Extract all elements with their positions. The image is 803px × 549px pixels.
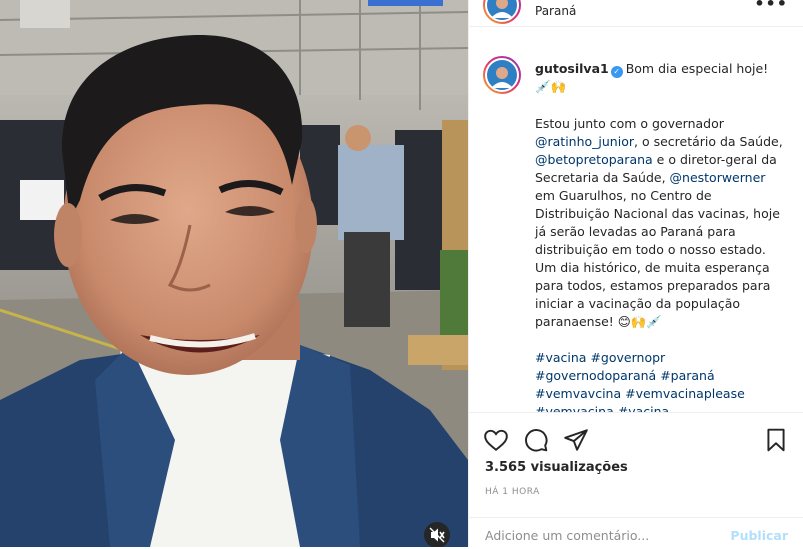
post-timestamp[interactable]: HÁ 1 HORA <box>485 487 540 497</box>
caption-body-text: em Guarulhos, no Centro de Distribuição … <box>535 188 780 329</box>
post-footer: 3.565 visualizações HÁ 1 HORA Publicar <box>469 412 803 548</box>
verified-badge-icon: ✓ <box>610 66 623 78</box>
hashtag-list: #vacina #governopr #governodoparaná #par… <box>535 349 785 412</box>
username-link[interactable]: gutosilva1 <box>535 61 609 76</box>
hashtag-link[interactable]: #vemvavcina <box>535 386 621 401</box>
caption-avatar[interactable] <box>483 56 521 94</box>
hashtag-link[interactable]: #vemvacina <box>535 404 614 412</box>
comment-form: Publicar <box>469 517 803 549</box>
post-sidebar: Paraná ••• gutosilva1 ✓ Bom dia especial h… <box>468 0 803 547</box>
hashtag-link[interactable]: #vacina <box>535 350 586 365</box>
caption-text: gutosilva1 ✓ Bom dia especial hoje! 💉🙌 Est… <box>535 60 785 412</box>
video-player[interactable] <box>0 0 468 547</box>
mute-button[interactable] <box>424 522 450 547</box>
muted-speaker-icon <box>429 527 445 543</box>
paper-plane-icon[interactable] <box>563 427 589 453</box>
caption-body-text: , o secretário da Saúde, <box>634 134 783 149</box>
hashtag-link[interactable]: #governodoparaná <box>535 368 656 383</box>
hashtag-link[interactable]: #paraná <box>660 368 714 383</box>
caption-body-text: Estou junto com o governador <box>535 116 724 131</box>
heart-icon[interactable] <box>483 427 509 453</box>
caption-section: gutosilva1 ✓ Bom dia especial hoje! 💉🙌 Est… <box>469 44 803 412</box>
comment-input[interactable] <box>485 528 705 543</box>
hashtag-link[interactable]: #vacina <box>618 404 669 412</box>
publish-button[interactable]: Publicar <box>730 528 788 543</box>
caption-body: Estou junto com o governador @ratinho_ju… <box>535 115 785 331</box>
action-bar <box>483 427 793 453</box>
video-frame <box>0 0 468 547</box>
comment-bubble-icon[interactable] <box>523 427 549 453</box>
hashtag-link[interactable]: #vemvacinaplease <box>625 386 745 401</box>
mention-link[interactable]: @betopretoparana <box>535 152 653 167</box>
mention-link[interactable]: @nestorwerner <box>670 170 766 185</box>
mention-link[interactable]: @ratinho_junior <box>535 134 634 149</box>
hashtag-link[interactable]: #governopr <box>590 350 665 365</box>
header-avatar[interactable] <box>483 0 521 24</box>
bookmark-icon[interactable] <box>763 427 789 453</box>
location-link[interactable]: Paraná <box>535 4 576 18</box>
view-count[interactable]: 3.565 visualizações <box>485 460 628 475</box>
more-options-button[interactable]: ••• <box>754 0 788 13</box>
post-header: Paraná ••• <box>469 0 803 27</box>
